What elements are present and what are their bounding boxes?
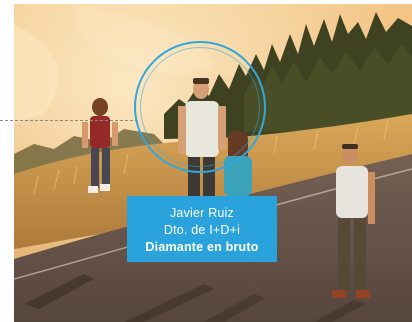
profile-tooltip-card: Javier Ruiz Dto. de I+D+i Diamante en br… bbox=[127, 196, 277, 262]
profile-highlight-frame: Javier Ruiz Dto. de I+D+i Diamante en br… bbox=[0, 0, 412, 322]
profile-name: Javier Ruiz bbox=[169, 206, 235, 220]
connector-dashed-line bbox=[0, 120, 138, 121]
profile-tagline: Diamante en bruto bbox=[145, 240, 259, 254]
focus-ring-inner bbox=[140, 47, 260, 167]
profile-department: Dto. de I+D+i bbox=[163, 223, 241, 237]
